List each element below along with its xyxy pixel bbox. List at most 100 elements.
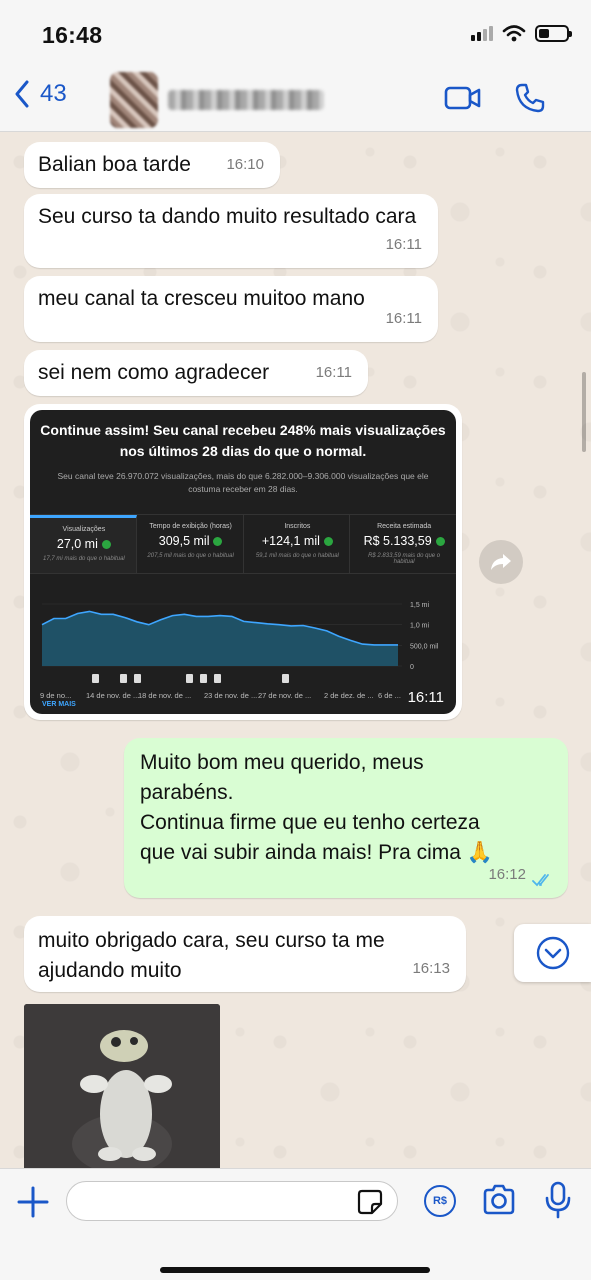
metric-tab-revenue: Receita estimada R$ 5.133,59 R$ 2.833,59… (350, 515, 456, 573)
video-call-button[interactable] (444, 84, 482, 117)
metric-note: 17,7 mi mais do que o habitual (43, 556, 125, 562)
metric-note: R$ 2.833,59 mais do que o habitual (368, 553, 441, 565)
video-marker-icon (134, 674, 141, 683)
microphone-icon (545, 1181, 571, 1219)
message-text-line: Continua firme que eu tenho certeza (140, 808, 552, 838)
message-time: 16:12 (488, 866, 526, 883)
forward-button[interactable] (479, 540, 523, 584)
metric-value-text: 27,0 mi (56, 537, 98, 551)
chart-x-tick: 2 de dez. de ... (324, 691, 374, 700)
metric-value-text: R$ 5.133,59 (363, 534, 432, 548)
scrollbar[interactable] (582, 372, 586, 452)
video-marker-icon (282, 674, 289, 683)
chat-messages[interactable]: Balian boa tarde 16:10 Seu curso ta dand… (0, 132, 591, 1168)
sticker-icon (357, 1189, 383, 1215)
metric-label: Visualizações (62, 526, 106, 533)
message-incoming[interactable]: meu canal ta cresceu muitoo mano 16:11 (24, 276, 438, 342)
contact-name-blurred[interactable] (168, 90, 324, 110)
chart-y-tick: 1,0 mi (410, 623, 430, 630)
message-incoming[interactable]: Seu curso ta dando muito resultado cara … (24, 194, 438, 268)
home-indicator (160, 1267, 430, 1273)
metric-value: 309,5 mil (145, 534, 237, 548)
metric-note: 207,5 mil mais do que o habitual (147, 553, 234, 559)
chevron-left-icon (15, 80, 29, 108)
metric-tabs: Visualizações 27,0 mi 17,7 mi mais do qu… (30, 514, 456, 574)
message-incoming[interactable]: muito obrigado cara, seu curso ta me aju… (24, 916, 466, 992)
message-input-wrapper[interactable] (66, 1181, 398, 1221)
metric-value: R$ 5.133,59 (358, 534, 450, 548)
views-chart: 1,5 mi 1,0 mi 500,0 mil 0 9 de no... 14 de no… (40, 602, 439, 700)
metric-value-text: +124,1 mil (261, 534, 320, 548)
metric-tab-watch-time: Tempo de exibição (horas) 309,5 mil 207,… (137, 515, 244, 573)
video-marker-icon (200, 674, 207, 683)
up-arrow-icon (435, 537, 445, 547)
chart-y-tick: 1,5 mi (410, 602, 430, 609)
message-time: 16:11 (385, 310, 422, 327)
message-outgoing[interactable]: Muito bom meu querido, meus parabéns. Co… (124, 738, 568, 898)
metric-value: +124,1 mil (252, 534, 344, 548)
camera-icon (483, 1184, 515, 1215)
cellular-signal-icon (471, 25, 493, 41)
plus-icon (17, 1186, 49, 1218)
metric-note: 59,1 mil mais do que o habitual (255, 553, 339, 559)
message-incoming[interactable]: Balian boa tarde 16:10 (24, 142, 280, 188)
message-text-line: Muito bom meu querido, meus (140, 751, 424, 774)
message-text: muito obrigado cara, seu curso ta me aju… (38, 929, 385, 982)
back-button[interactable]: 43 (14, 80, 67, 108)
message-time: 16:10 (226, 156, 264, 173)
message-text: Seu curso ta dando muito resultado cara (38, 205, 417, 228)
read-receipt-icon (532, 874, 549, 887)
metric-label: Inscritos (284, 523, 311, 530)
share-arrow-icon (491, 554, 511, 570)
metric-value: 27,0 mi (38, 537, 130, 551)
video-camera-icon (444, 86, 481, 110)
up-arrow-icon (101, 540, 111, 550)
message-time: 16:11 (407, 689, 444, 706)
chart-x-tick: 9 de no... (40, 691, 71, 700)
voice-message-button[interactable] (544, 1181, 572, 1224)
chart-x-tick: 23 de nov. de ... (204, 691, 257, 700)
chart-x-tick: 14 de nov. de ... (86, 691, 139, 700)
voice-call-button[interactable] (514, 82, 546, 119)
chart-y-tick: 0 (410, 664, 414, 671)
message-time: 16:11 (315, 364, 352, 381)
message-text-part: Continua firme que eu tenho certeza (140, 811, 480, 834)
message-text-line: parabéns. (140, 781, 234, 804)
message-input[interactable] (81, 1182, 361, 1220)
metric-tab-subscribers: Inscritos +124,1 mil 59,1 mil mais do qu… (244, 515, 351, 573)
analytics-headline: Continue assim! Seu canal recebeu 248% m… (40, 422, 446, 459)
message-text: sei nem como agradecer (38, 361, 270, 384)
chevron-down-circle-icon (536, 936, 569, 970)
message-text: meu canal ta cresceu muitoo mano (38, 287, 365, 310)
video-marker-icon (120, 674, 127, 683)
camera-button[interactable] (482, 1184, 516, 1221)
status-time: 16:48 (42, 22, 103, 48)
video-marker-icon (92, 674, 99, 683)
scroll-to-bottom-button[interactable] (514, 924, 591, 982)
chart-x-tick: 18 de nov. de ... (138, 691, 191, 700)
message-incoming[interactable]: sei nem como agradecer 16:11 (24, 350, 368, 396)
see-more-link: VER MAIS (42, 701, 76, 708)
phone-icon (515, 83, 545, 113)
sticker-button[interactable] (357, 1189, 383, 1220)
gecko-figure (24, 1004, 220, 1168)
chat-header: 16:48 43 (0, 0, 591, 132)
attach-button[interactable] (16, 1185, 50, 1224)
metric-tab-views: Visualizações 27,0 mi 17,7 mi mais do qu… (30, 515, 137, 573)
up-arrow-icon (323, 537, 333, 547)
sticker-image-message[interactable] (24, 1004, 220, 1168)
chart-x-tick: 27 de nov. de ... (258, 691, 311, 700)
message-text: Balian boa tarde (38, 153, 191, 176)
payment-label: R$ (432, 1195, 448, 1207)
message-time: 16:11 (385, 236, 422, 253)
video-marker-icon (214, 674, 221, 683)
wifi-icon (502, 25, 526, 42)
payment-button[interactable]: R$ (424, 1185, 456, 1217)
avatar[interactable] (110, 72, 158, 128)
message-composer: R$ (0, 1168, 591, 1280)
image-message[interactable]: Continue assim! Seu canal recebeu 248% m… (24, 404, 462, 720)
up-arrow-icon (213, 537, 223, 547)
status-icons (471, 24, 572, 42)
chart-y-tick: 500,0 mil (410, 643, 439, 650)
message-text-part: que vai subir ainda mais! Pra cima (140, 841, 461, 864)
